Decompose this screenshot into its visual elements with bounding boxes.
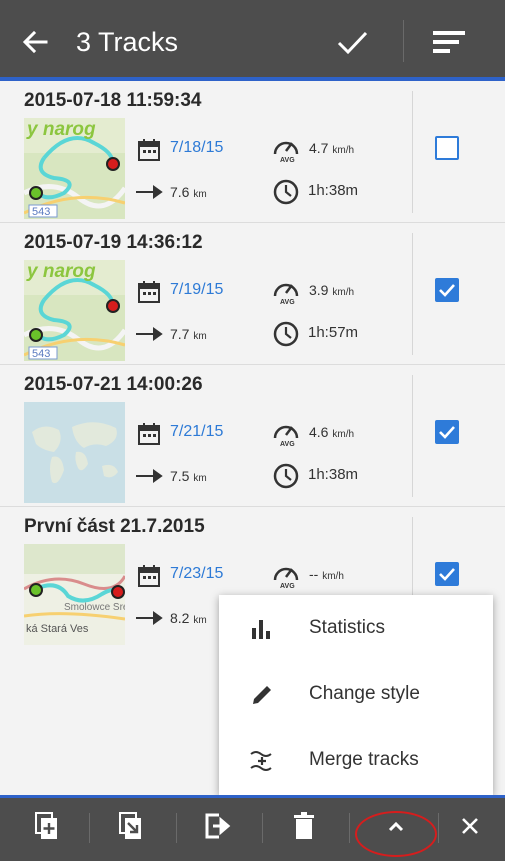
map-label: y narog	[26, 261, 96, 282]
track-row[interactable]: 2015-07-18 11:59:34 y narog 543 7/18/15	[0, 81, 505, 223]
track-checkbox-checked[interactable]	[435, 420, 459, 444]
clock-icon	[273, 463, 299, 489]
map-road-number: 543	[32, 206, 50, 218]
clock-icon	[273, 321, 299, 347]
track-date: 7/23/15	[170, 565, 224, 582]
pencil-icon	[249, 682, 275, 708]
track-speed: 4.7 km/h	[309, 140, 355, 156]
track-distance: 7.6 km	[170, 184, 207, 200]
sort-menu-icon[interactable]	[430, 24, 470, 60]
move-icon[interactable]	[116, 811, 146, 841]
track-duration: 1h:38m	[308, 466, 359, 483]
menu-item-merge-tracks[interactable]: Merge tracks	[219, 727, 493, 793]
track-distance: 7.5 km	[170, 468, 207, 484]
copy-icon[interactable]	[32, 811, 62, 841]
bottom-bar-divider	[176, 813, 177, 843]
track-distance: 7.7 km	[170, 326, 207, 342]
track-name: První část 21.7.2015	[24, 516, 205, 537]
bottom-bar-accent-line	[0, 795, 505, 798]
track-name: 2015-07-18 11:59:34	[24, 90, 202, 111]
track-speed: 3.9 km/h	[309, 282, 355, 298]
svg-text:AVG: AVG	[280, 441, 295, 448]
svg-text:AVG: AVG	[280, 299, 295, 306]
distance-arrow-icon	[135, 469, 163, 483]
distance-arrow-icon	[135, 185, 163, 199]
track-date: 7/19/15	[170, 281, 224, 298]
track-date: 7/21/15	[170, 423, 224, 440]
track-name: 2015-07-21 14:00:26	[24, 374, 203, 395]
track-speed: 4.6 km/h	[309, 424, 355, 440]
more-actions-menu: Statistics Change style Merge tracks	[219, 595, 493, 795]
speedometer-icon: AVG	[271, 276, 301, 306]
row-divider	[412, 375, 413, 497]
highlight-circle-annotation	[355, 811, 437, 857]
track-row[interactable]: 2015-07-21 14:00:26 7/21/15 7.5 km AVG 4…	[0, 365, 505, 507]
row-divider	[412, 91, 413, 213]
track-distance: 8.2 km	[170, 610, 207, 626]
map-town-label: ká Stará Ves	[26, 623, 89, 635]
track-duration: 1h:38m	[308, 182, 359, 199]
map-town-label: Smolowce Sre	[64, 602, 125, 613]
map-road-number: 543	[32, 348, 50, 360]
track-list: 2015-07-18 11:59:34 y narog 543 7/18/15	[0, 81, 505, 653]
clock-icon	[273, 179, 299, 205]
calendar-icon	[137, 422, 161, 446]
merge-icon	[249, 748, 275, 774]
calendar-icon	[137, 138, 161, 162]
track-speed: -- km/h	[309, 566, 344, 582]
track-map-thumbnail: y narog 543	[24, 260, 125, 361]
menu-item-change-style[interactable]: Change style	[219, 661, 493, 727]
svg-text:AVG: AVG	[280, 583, 295, 590]
track-map-thumbnail: y narog 543	[24, 118, 125, 219]
map-label: y narog	[26, 119, 96, 140]
svg-text:AVG: AVG	[280, 157, 295, 164]
delete-icon[interactable]	[289, 811, 319, 841]
track-checkbox-checked[interactable]	[435, 278, 459, 302]
back-arrow-icon[interactable]	[18, 24, 54, 60]
bottom-bar-divider	[438, 813, 439, 843]
toolbar-divider	[403, 20, 404, 62]
track-checkbox[interactable]	[435, 136, 459, 160]
bottom-bar-divider	[262, 813, 263, 843]
row-divider	[412, 233, 413, 355]
app-bar: 3 Tracks	[0, 0, 505, 80]
calendar-icon	[137, 280, 161, 304]
page-title: 3 Tracks	[76, 27, 179, 57]
speedometer-icon: AVG	[271, 134, 301, 164]
menu-item-statistics[interactable]: Statistics	[219, 595, 493, 661]
close-icon[interactable]	[455, 811, 485, 841]
menu-item-label: Merge tracks	[309, 749, 419, 770]
track-map-thumbnail	[24, 402, 125, 503]
speedometer-icon: AVG	[271, 560, 301, 590]
confirm-check-icon[interactable]	[332, 22, 372, 62]
track-map-thumbnail: Smolowce Sre ká Stará Ves	[24, 544, 125, 645]
speedometer-icon: AVG	[271, 418, 301, 448]
distance-arrow-icon	[135, 611, 163, 625]
menu-item-label: Statistics	[309, 617, 386, 638]
bottom-bar-divider	[349, 813, 350, 843]
track-checkbox-checked[interactable]	[435, 562, 459, 586]
calendar-icon	[137, 564, 161, 588]
track-row[interactable]: 2015-07-19 14:36:12 y narog 543 7/19/15	[0, 223, 505, 365]
bottom-bar-divider	[89, 813, 90, 843]
track-duration: 1h:57m	[308, 324, 359, 341]
track-name: 2015-07-19 14:36:12	[24, 232, 203, 253]
export-icon[interactable]	[203, 811, 233, 841]
menu-item-label: Change style	[309, 683, 420, 704]
bar-chart-icon	[249, 616, 275, 642]
track-date: 7/18/15	[170, 139, 224, 156]
distance-arrow-icon	[135, 327, 163, 341]
